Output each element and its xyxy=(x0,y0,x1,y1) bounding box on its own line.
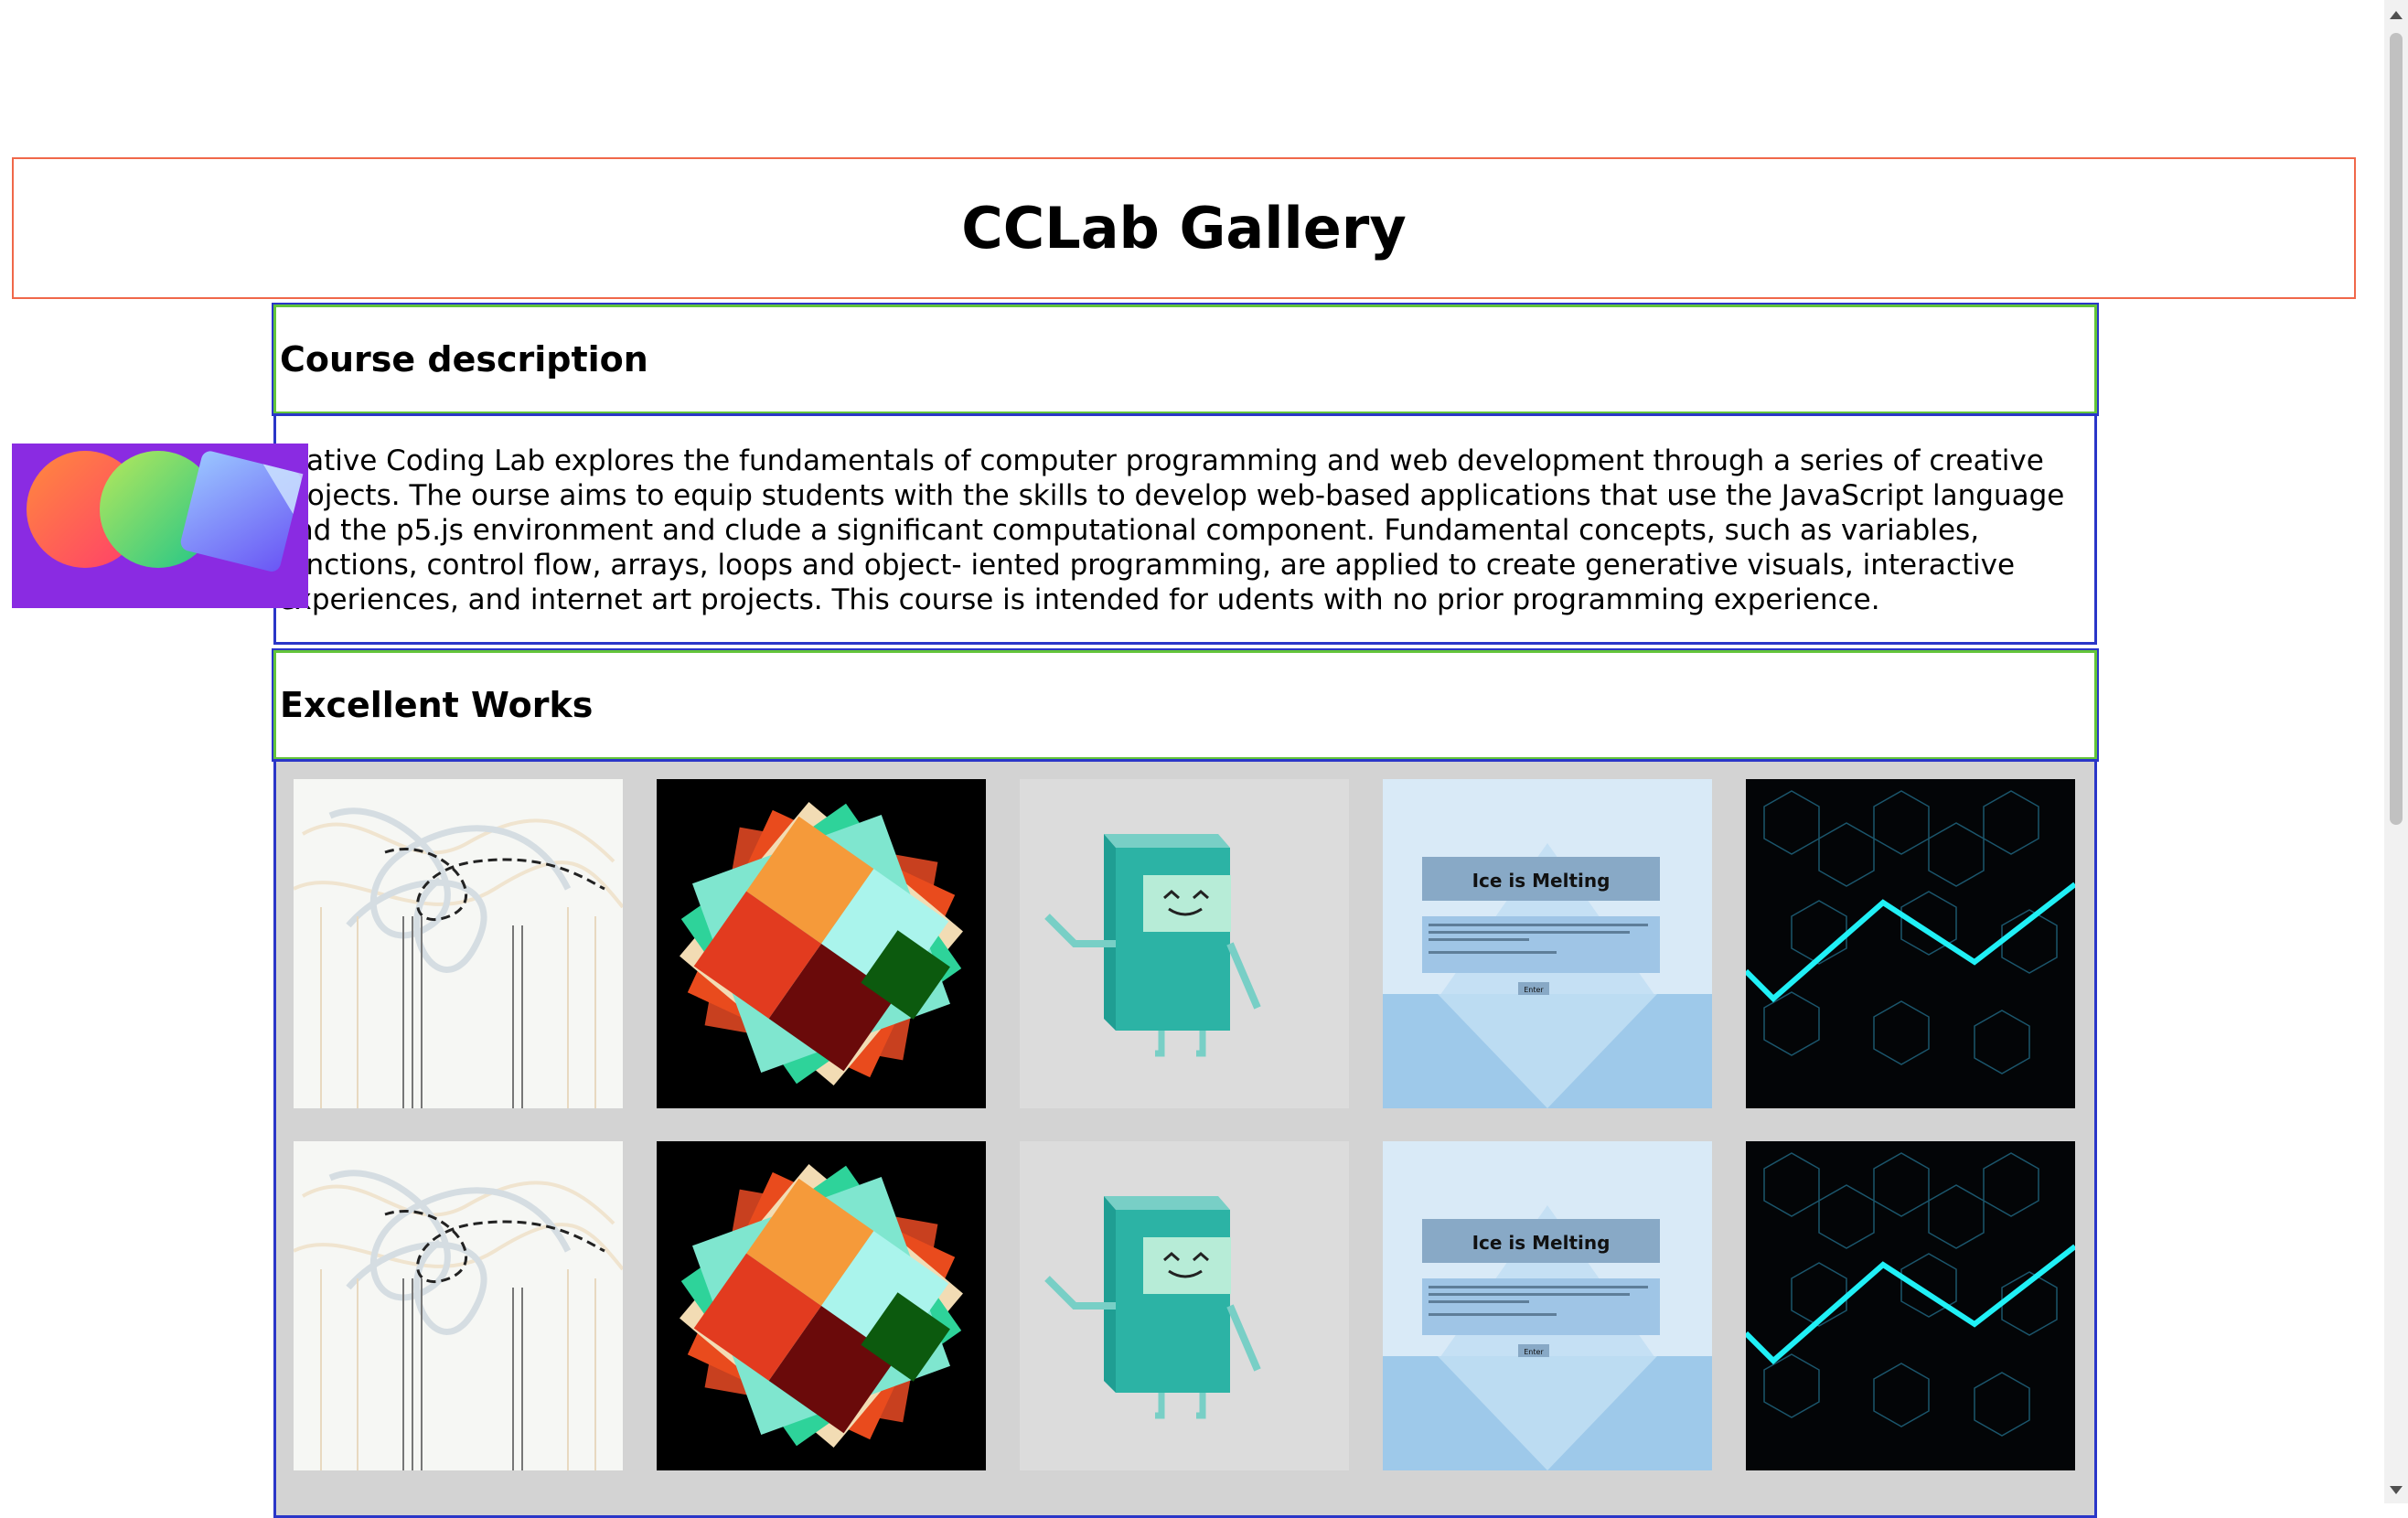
robot-character-artwork[interactable] xyxy=(1020,779,1349,1108)
section-title: Excellent Works xyxy=(280,685,594,725)
page-header: CCLab Gallery xyxy=(12,157,2356,299)
abstract-lines-artwork[interactable] xyxy=(294,1141,623,1470)
section-heading-course-description: Course description xyxy=(272,303,2099,416)
hexagon-network-artwork[interactable] xyxy=(1746,1141,2075,1470)
ice-title: Ice is Melting xyxy=(1472,870,1611,892)
rotating-squares-artwork[interactable] xyxy=(657,1141,986,1470)
enter-button: Enter xyxy=(1524,986,1544,994)
scroll-up-icon[interactable] xyxy=(2390,11,2403,19)
scroll-thumb[interactable] xyxy=(2390,33,2403,825)
scroll-down-icon[interactable] xyxy=(2390,1486,2403,1494)
page-title: CCLab Gallery xyxy=(961,195,1407,262)
hexagon-network-artwork[interactable] xyxy=(1746,779,2075,1108)
course-description: reative Coding Lab explores the fundamen… xyxy=(273,413,2097,645)
enter-button: Enter xyxy=(1524,1348,1544,1356)
section-heading-excellent-works: Excellent Works xyxy=(272,648,2099,762)
description-text: reative Coding Lab explores the fundamen… xyxy=(278,444,2065,616)
abstract-lines-artwork[interactable] xyxy=(294,779,623,1108)
p5-logo xyxy=(12,444,308,608)
robot-character-artwork[interactable] xyxy=(1020,1141,1349,1470)
ice-is-melting-artwork[interactable]: Ice is Melting Enter xyxy=(1383,1141,1712,1470)
rotating-squares-artwork[interactable] xyxy=(657,779,986,1108)
page-scrollbar[interactable] xyxy=(2384,0,2408,1503)
works-gallery: Ice is Melting Enter Ice is Melting Ente… xyxy=(273,759,2097,1518)
ice-title: Ice is Melting xyxy=(1472,1232,1611,1254)
ice-is-melting-artwork[interactable]: Ice is Melting Enter xyxy=(1383,779,1712,1108)
section-title: Course description xyxy=(280,339,648,380)
